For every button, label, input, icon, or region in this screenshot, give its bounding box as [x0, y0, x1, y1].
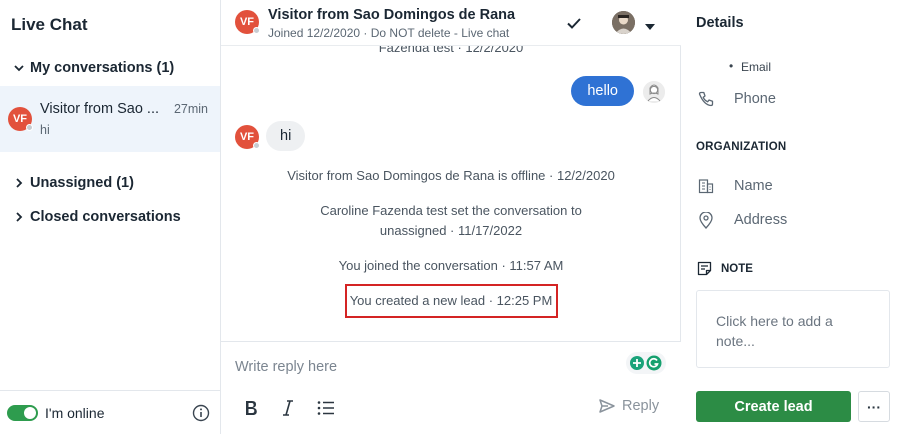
- group-label: Unassigned (1): [30, 175, 134, 191]
- conversation-list-item[interactable]: VF Visitor from Sao ... 27min hi: [0, 86, 220, 152]
- online-label: I'm online: [45, 405, 105, 421]
- organization-name-label: Name: [734, 178, 773, 194]
- chat-panel: VF Visitor from Sao Domingos de Rana Joi…: [221, 0, 681, 434]
- offline-status-dot: [26, 124, 33, 131]
- reply-button[interactable]: Reply: [599, 398, 659, 414]
- reply-input[interactable]: [235, 356, 615, 378]
- message-list: Fazenda test · 12/2/2020 hello VF hi Vis…: [221, 46, 681, 341]
- avatar: VF: [235, 125, 260, 149]
- avatar: VF: [8, 107, 33, 131]
- system-message: unassigned · 11/17/2022: [379, 223, 523, 238]
- details-title: Details: [696, 15, 744, 31]
- group-label: My conversations (1): [30, 60, 175, 76]
- offline-status-dot: [253, 142, 260, 149]
- conversation-time: 27min: [173, 102, 208, 116]
- chevron-right-icon: [12, 176, 26, 190]
- conversation-name: Visitor from Sao ...: [40, 101, 159, 117]
- avatar-initials: VF: [239, 16, 255, 28]
- sidebar-title: Live Chat: [11, 15, 88, 34]
- outgoing-message: hello: [571, 76, 634, 106]
- avatar: VF: [235, 10, 260, 34]
- avatar-initials: VF: [239, 131, 255, 143]
- conversation-sidebar: Live Chat My conversations (1) VF Visito…: [0, 0, 221, 434]
- agent-avatar: [643, 81, 665, 103]
- caret-down-icon[interactable]: [645, 18, 655, 30]
- system-message: Visitor from Sao Domingos de Rana is off…: [287, 168, 615, 183]
- bullet-list-icon[interactable]: [316, 398, 336, 418]
- conversation-preview: hi: [40, 123, 50, 137]
- sidebar-footer: I'm online: [0, 390, 220, 434]
- note-heading: NOTE: [697, 261, 753, 276]
- building-icon: [697, 177, 715, 195]
- details-panel: Details Email Phone ORGANIZATION Name Ad…: [681, 0, 900, 434]
- incoming-message: hi: [266, 121, 306, 151]
- bold-icon[interactable]: [241, 398, 261, 418]
- create-lead-button[interactable]: Create lead: [696, 391, 851, 422]
- system-message: You joined the conversation · 11:57 AM: [338, 258, 564, 273]
- more-options-button[interactable]: ···: [858, 391, 890, 422]
- highlight-annotation-box: [345, 284, 558, 318]
- phone-label: Phone: [734, 91, 776, 107]
- organization-name-field[interactable]: Name: [697, 177, 773, 195]
- group-closed-conversations[interactable]: Closed conversations: [0, 205, 220, 229]
- italic-icon[interactable]: [278, 398, 298, 418]
- avatar-initials: VF: [12, 113, 28, 125]
- organization-heading: ORGANIZATION: [696, 141, 787, 153]
- offline-status-dot: [253, 27, 260, 34]
- note-heading-label: NOTE: [721, 262, 753, 275]
- chevron-down-icon: [12, 61, 26, 75]
- reply-composer: Reply: [221, 341, 681, 434]
- visitor-name: Visitor from Sao Domingos de Rana: [268, 7, 516, 23]
- group-my-conversations[interactable]: My conversations (1): [0, 56, 220, 80]
- system-message: Caroline Fazenda test set the conversati…: [320, 203, 582, 218]
- organization-address-label: Address: [734, 212, 788, 228]
- assignee-avatar[interactable]: [612, 11, 635, 34]
- send-icon: [599, 399, 615, 413]
- online-toggle[interactable]: [7, 405, 38, 421]
- extension-icons[interactable]: [626, 352, 666, 374]
- note-field[interactable]: Click here to add a note...: [696, 290, 890, 368]
- note-icon: [697, 261, 712, 276]
- reply-label: Reply: [622, 398, 660, 414]
- group-unassigned[interactable]: Unassigned (1): [0, 171, 220, 195]
- info-icon[interactable]: [192, 404, 210, 422]
- organization-address-field[interactable]: Address: [697, 211, 787, 229]
- chat-header: VF Visitor from Sao Domingos de Rana Joi…: [221, 0, 681, 46]
- location-pin-icon: [697, 211, 715, 229]
- phone-icon: [697, 90, 715, 108]
- email-item[interactable]: Email: [729, 59, 771, 74]
- group-label: Closed conversations: [30, 209, 181, 225]
- chevron-right-icon: [12, 210, 26, 224]
- close-conversation-check-icon[interactable]: [565, 14, 583, 32]
- phone-field[interactable]: Phone: [697, 90, 776, 108]
- visitor-subtitle: Joined 12/2/2020 · Do NOT delete - Live …: [268, 26, 510, 40]
- system-message: Fazenda test · 12/2/2020: [378, 46, 524, 55]
